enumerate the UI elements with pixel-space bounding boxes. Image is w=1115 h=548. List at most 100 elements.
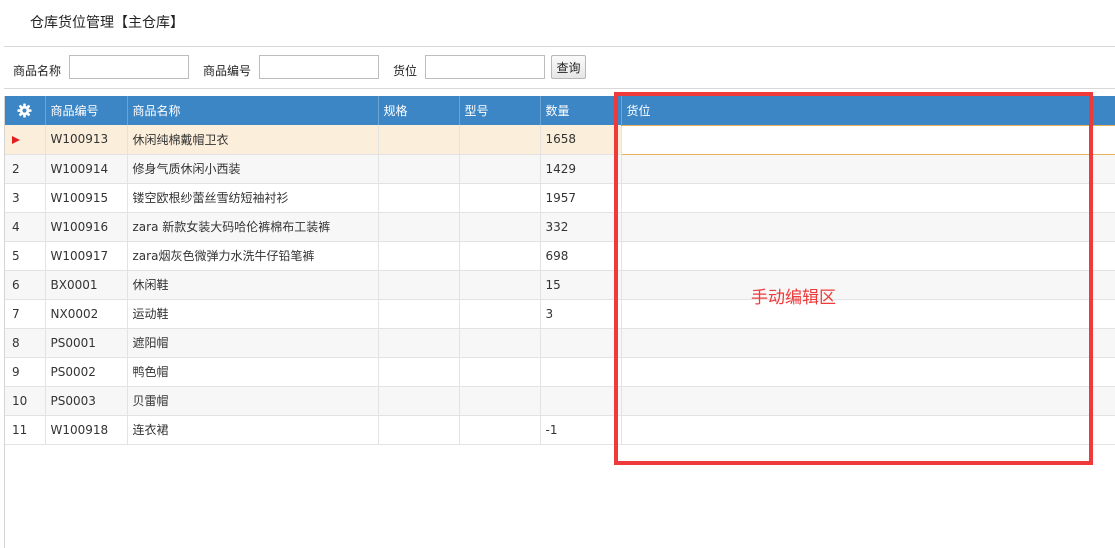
table-row[interactable]: 10 PS0003 贝雷帽	[5, 386, 1115, 416]
cell-code: W100917	[45, 241, 128, 271]
cell-spec	[378, 212, 460, 242]
row-number: 10	[5, 386, 46, 416]
row-number: 3	[5, 183, 46, 213]
cell-location[interactable]	[621, 270, 1115, 300]
manual-edit-area-label: 手动编辑区	[751, 288, 836, 308]
column-header-name[interactable]: 商品名称	[127, 96, 379, 125]
cell-quantity: 698	[540, 241, 622, 271]
row-number: 11	[5, 415, 46, 445]
table-row[interactable]: 5 W100917 zara烟灰色微弹力水洗牛仔铅笔裤 698	[5, 241, 1115, 271]
cell-code: PS0002	[45, 357, 128, 387]
cell-name: 休闲纯棉戴帽卫衣	[127, 125, 379, 155]
cell-model	[459, 154, 541, 184]
cell-code: W100918	[45, 415, 128, 445]
product-code-input[interactable]	[259, 55, 379, 79]
table-row[interactable]: 2 W100914 修身气质休闲小西装 1429	[5, 154, 1115, 184]
column-header-quantity[interactable]: 数量	[540, 96, 622, 125]
grid-settings-button[interactable]	[5, 96, 46, 125]
cell-spec	[378, 386, 460, 416]
table-row[interactable]: 3 W100915 镂空欧根纱蕾丝雪纺短袖衬衫 1957	[5, 183, 1115, 213]
cell-model	[459, 415, 541, 445]
row-number: 4	[5, 212, 46, 242]
cell-name: 连衣裙	[127, 415, 379, 445]
cell-quantity: 1658	[540, 125, 622, 155]
cell-location[interactable]	[621, 328, 1115, 358]
row-number: 5	[5, 241, 46, 271]
row-indicator	[5, 125, 46, 155]
cell-location[interactable]	[621, 386, 1115, 416]
column-header-model[interactable]: 型号	[459, 96, 541, 125]
cell-model	[459, 212, 541, 242]
table-row[interactable]: 11 W100918 连衣裙 -1	[5, 415, 1115, 445]
cell-spec	[378, 299, 460, 329]
cell-spec	[378, 415, 460, 445]
row-number: 2	[5, 154, 46, 184]
cell-spec	[378, 183, 460, 213]
cell-location[interactable]	[621, 241, 1115, 271]
gear-icon	[17, 103, 32, 118]
product-name-input[interactable]	[69, 55, 189, 79]
cell-quantity: 15	[540, 270, 622, 300]
cell-quantity: -1	[540, 415, 622, 445]
product-code-label: 商品编号	[203, 64, 252, 78]
cell-code: W100914	[45, 154, 128, 184]
cell-name: 运动鞋	[127, 299, 379, 329]
cell-location[interactable]	[621, 212, 1115, 242]
cell-location[interactable]	[621, 183, 1115, 213]
cell-location[interactable]	[621, 154, 1115, 184]
cell-code: PS0003	[45, 386, 128, 416]
cell-location[interactable]	[621, 299, 1115, 329]
cell-code: W100916	[45, 212, 128, 242]
table-row[interactable]: 9 PS0002 鸭色帽	[5, 357, 1115, 387]
cell-spec	[378, 270, 460, 300]
cell-name: zara 新款女装大码哈伦裤棉布工装裤	[127, 212, 379, 242]
row-number: 9	[5, 357, 46, 387]
cell-spec	[378, 154, 460, 184]
inventory-grid: 商品编号 商品名称 规格 型号 数量 货位 W100913 休闲纯棉戴帽卫衣 1…	[4, 96, 1115, 548]
cell-quantity	[540, 357, 622, 387]
table-row[interactable]: 4 W100916 zara 新款女装大码哈伦裤棉布工装裤 332	[5, 212, 1115, 242]
cell-name: 修身气质休闲小西装	[127, 154, 379, 184]
table-row[interactable]: 6 BX0001 休闲鞋 15	[5, 270, 1115, 300]
cell-quantity: 3	[540, 299, 622, 329]
current-row-arrow-icon	[12, 135, 20, 144]
cell-model	[459, 270, 541, 300]
cell-quantity: 332	[540, 212, 622, 242]
cell-model	[459, 386, 541, 416]
row-number: 7	[5, 299, 46, 329]
cell-code: W100915	[45, 183, 128, 213]
cell-model	[459, 299, 541, 329]
cell-code: BX0001	[45, 270, 128, 300]
table-row[interactable]: 8 PS0001 遮阳帽	[5, 328, 1115, 358]
cell-name: zara烟灰色微弹力水洗牛仔铅笔裤	[127, 241, 379, 271]
column-header-code[interactable]: 商品编号	[45, 96, 128, 125]
search-toolbar: 商品名称 商品编号 货位 查询	[4, 46, 1115, 89]
cell-location[interactable]	[621, 357, 1115, 387]
cell-model	[459, 357, 541, 387]
table-row[interactable]: 7 NX0002 运动鞋 3	[5, 299, 1115, 329]
cell-spec	[378, 328, 460, 358]
location-input[interactable]	[425, 55, 545, 79]
table-row[interactable]: W100913 休闲纯棉戴帽卫衣 1658	[5, 124, 1115, 155]
cell-quantity: 1429	[540, 154, 622, 184]
cell-code: PS0001	[45, 328, 128, 358]
cell-spec	[378, 125, 460, 155]
column-header-location[interactable]: 货位	[621, 96, 1115, 125]
row-number: 8	[5, 328, 46, 358]
cell-location-editor[interactable]	[621, 124, 1115, 155]
cell-quantity	[540, 386, 622, 416]
query-button[interactable]: 查询	[551, 55, 586, 79]
location-label: 货位	[393, 64, 418, 78]
cell-quantity	[540, 328, 622, 358]
cell-quantity: 1957	[540, 183, 622, 213]
cell-name: 贝雷帽	[127, 386, 379, 416]
cell-model	[459, 125, 541, 155]
cell-code: NX0002	[45, 299, 128, 329]
cell-location[interactable]	[621, 415, 1115, 445]
column-header-spec[interactable]: 规格	[378, 96, 460, 125]
cell-spec	[378, 241, 460, 271]
cell-name: 鸭色帽	[127, 357, 379, 387]
cell-name: 镂空欧根纱蕾丝雪纺短袖衬衫	[127, 183, 379, 213]
cell-name: 遮阳帽	[127, 328, 379, 358]
page-title: 仓库货位管理【主仓库】	[30, 15, 184, 31]
